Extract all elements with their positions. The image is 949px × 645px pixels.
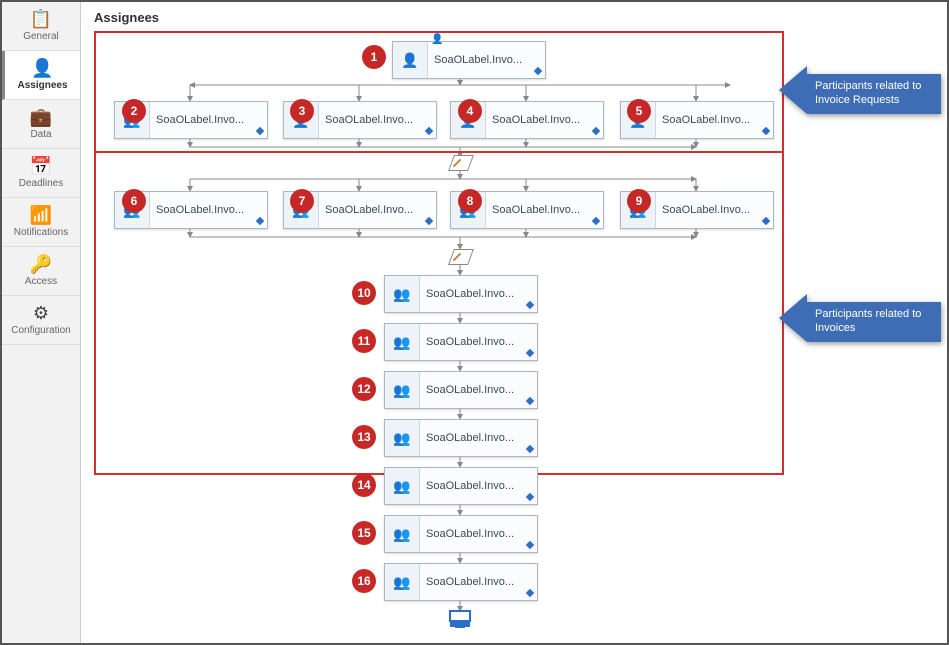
annotation-badge-10: 10	[352, 281, 376, 305]
block-label: SoaOLabel.Invo...	[420, 432, 537, 444]
block-label: SoaOLabel.Invo...	[420, 288, 537, 300]
config-indicator-icon	[526, 445, 534, 453]
participant-block-14[interactable]: 👥 SoaOLabel.Invo...	[384, 467, 538, 505]
block-label: SoaOLabel.Invo...	[656, 204, 773, 216]
app-frame: 📋 General 👤 Assignees 💼 Data 📅 Deadlines…	[0, 0, 949, 645]
config-indicator-icon	[526, 349, 534, 357]
block-label: SoaOLabel.Invo...	[420, 480, 537, 492]
annotation-badge-13: 13	[352, 425, 376, 449]
annotation-badge-5: 5	[627, 99, 651, 123]
annotation-badge-1: 1	[362, 45, 386, 69]
sidebar-item-label: Notifications	[14, 227, 68, 238]
block-label: SoaOLabel.Invo...	[420, 384, 537, 396]
config-indicator-icon	[526, 301, 534, 309]
config-indicator-icon	[526, 397, 534, 405]
annotation-badge-6: 6	[122, 189, 146, 213]
sidebar-item-label: Deadlines	[19, 178, 63, 189]
group-icon: 👥	[385, 468, 420, 504]
annotation-badge-4: 4	[458, 99, 482, 123]
config-indicator-icon	[762, 127, 770, 135]
annotation-badge-12: 12	[352, 377, 376, 401]
participant-block-1[interactable]: 👤 SoaOLabel.Invo... 👤	[392, 41, 546, 79]
config-indicator-icon	[592, 217, 600, 225]
rss-icon: 📶	[30, 206, 52, 224]
annotation-badge-2: 2	[122, 99, 146, 123]
participant-block-16[interactable]: 👥 SoaOLabel.Invo...	[384, 563, 538, 601]
sidebar-item-assignees[interactable]: 👤 Assignees	[2, 51, 80, 100]
block-label: SoaOLabel.Invo...	[420, 576, 537, 588]
user-icon: 👤	[393, 42, 428, 78]
gear-icon: ⚙	[33, 304, 49, 322]
block-label: SoaOLabel.Invo...	[420, 336, 537, 348]
config-indicator-icon	[526, 541, 534, 549]
block-label: SoaOLabel.Invo...	[428, 54, 545, 66]
config-indicator-icon	[526, 589, 534, 597]
annotation-badge-14: 14	[352, 473, 376, 497]
block-label: SoaOLabel.Invo...	[486, 114, 603, 126]
annotation-badge-15: 15	[352, 521, 376, 545]
sidebar-item-configuration[interactable]: ⚙ Configuration	[2, 296, 80, 345]
callout-invoice-requests: Participants related to Invoice Requests	[807, 74, 941, 114]
sidebar-item-label: General	[23, 31, 59, 42]
briefcase-icon: 💼	[30, 108, 52, 126]
annotation-badge-3: 3	[290, 99, 314, 123]
sidebar-item-label: Configuration	[11, 325, 70, 336]
annotation-badge-11: 11	[352, 329, 376, 353]
key-icon: 🔑	[30, 255, 52, 273]
sidebar: 📋 General 👤 Assignees 💼 Data 📅 Deadlines…	[2, 2, 81, 643]
config-indicator-icon	[526, 493, 534, 501]
sidebar-item-data[interactable]: 💼 Data	[2, 100, 80, 149]
annotation-badge-8: 8	[458, 189, 482, 213]
sidebar-item-notifications[interactable]: 📶 Notifications	[2, 198, 80, 247]
sidebar-item-label: Access	[25, 276, 57, 287]
config-indicator-icon	[256, 127, 264, 135]
annotation-badge-16: 16	[352, 569, 376, 593]
config-indicator-icon	[425, 127, 433, 135]
sidebar-item-label: Data	[30, 129, 51, 140]
sidebar-item-label: Assignees	[17, 80, 67, 91]
group-icon: 👥	[385, 420, 420, 456]
clipboard-icon: 📋	[30, 10, 52, 28]
user-icon: 👤	[31, 59, 53, 77]
config-indicator-icon	[425, 217, 433, 225]
caller-icon: 👤	[431, 34, 443, 45]
group-icon: 👥	[385, 324, 420, 360]
block-label: SoaOLabel.Invo...	[319, 204, 436, 216]
assignee-canvas: 1 👤 SoaOLabel.Invo... 👤 2 👥 SoaOLabel.In…	[94, 31, 794, 631]
callout-invoices: Participants related to Invoices	[807, 302, 941, 342]
participant-block-11[interactable]: 👥 SoaOLabel.Invo...	[384, 323, 538, 361]
annotation-badge-9: 9	[627, 189, 651, 213]
annotation-badge-7: 7	[290, 189, 314, 213]
block-label: SoaOLabel.Invo...	[656, 114, 773, 126]
config-indicator-icon	[592, 127, 600, 135]
block-label: SoaOLabel.Invo...	[319, 114, 436, 126]
group-icon: 👥	[385, 372, 420, 408]
block-label: SoaOLabel.Invo...	[150, 114, 267, 126]
participant-block-10[interactable]: 👥 SoaOLabel.Invo...	[384, 275, 538, 313]
group-icon: 👥	[385, 276, 420, 312]
page-title: Assignees	[94, 10, 933, 25]
block-label: SoaOLabel.Invo...	[486, 204, 603, 216]
end-tray-icon	[448, 609, 472, 635]
callout-text: Participants related to Invoices	[807, 302, 941, 342]
callout-text: Participants related to Invoice Requests	[807, 74, 941, 114]
config-indicator-icon	[256, 217, 264, 225]
sidebar-item-general[interactable]: 📋 General	[2, 2, 80, 51]
block-label: SoaOLabel.Invo...	[150, 204, 267, 216]
block-label: SoaOLabel.Invo...	[420, 528, 537, 540]
group-icon: 👥	[385, 516, 420, 552]
participant-block-13[interactable]: 👥 SoaOLabel.Invo...	[384, 419, 538, 457]
participant-block-12[interactable]: 👥 SoaOLabel.Invo...	[384, 371, 538, 409]
sidebar-item-deadlines[interactable]: 📅 Deadlines	[2, 149, 80, 198]
sidebar-item-access[interactable]: 🔑 Access	[2, 247, 80, 296]
group-icon: 👥	[385, 564, 420, 600]
calendar-icon: 📅	[30, 157, 52, 175]
participant-block-15[interactable]: 👥 SoaOLabel.Invo...	[384, 515, 538, 553]
config-indicator-icon	[762, 217, 770, 225]
config-indicator-icon	[534, 67, 542, 75]
